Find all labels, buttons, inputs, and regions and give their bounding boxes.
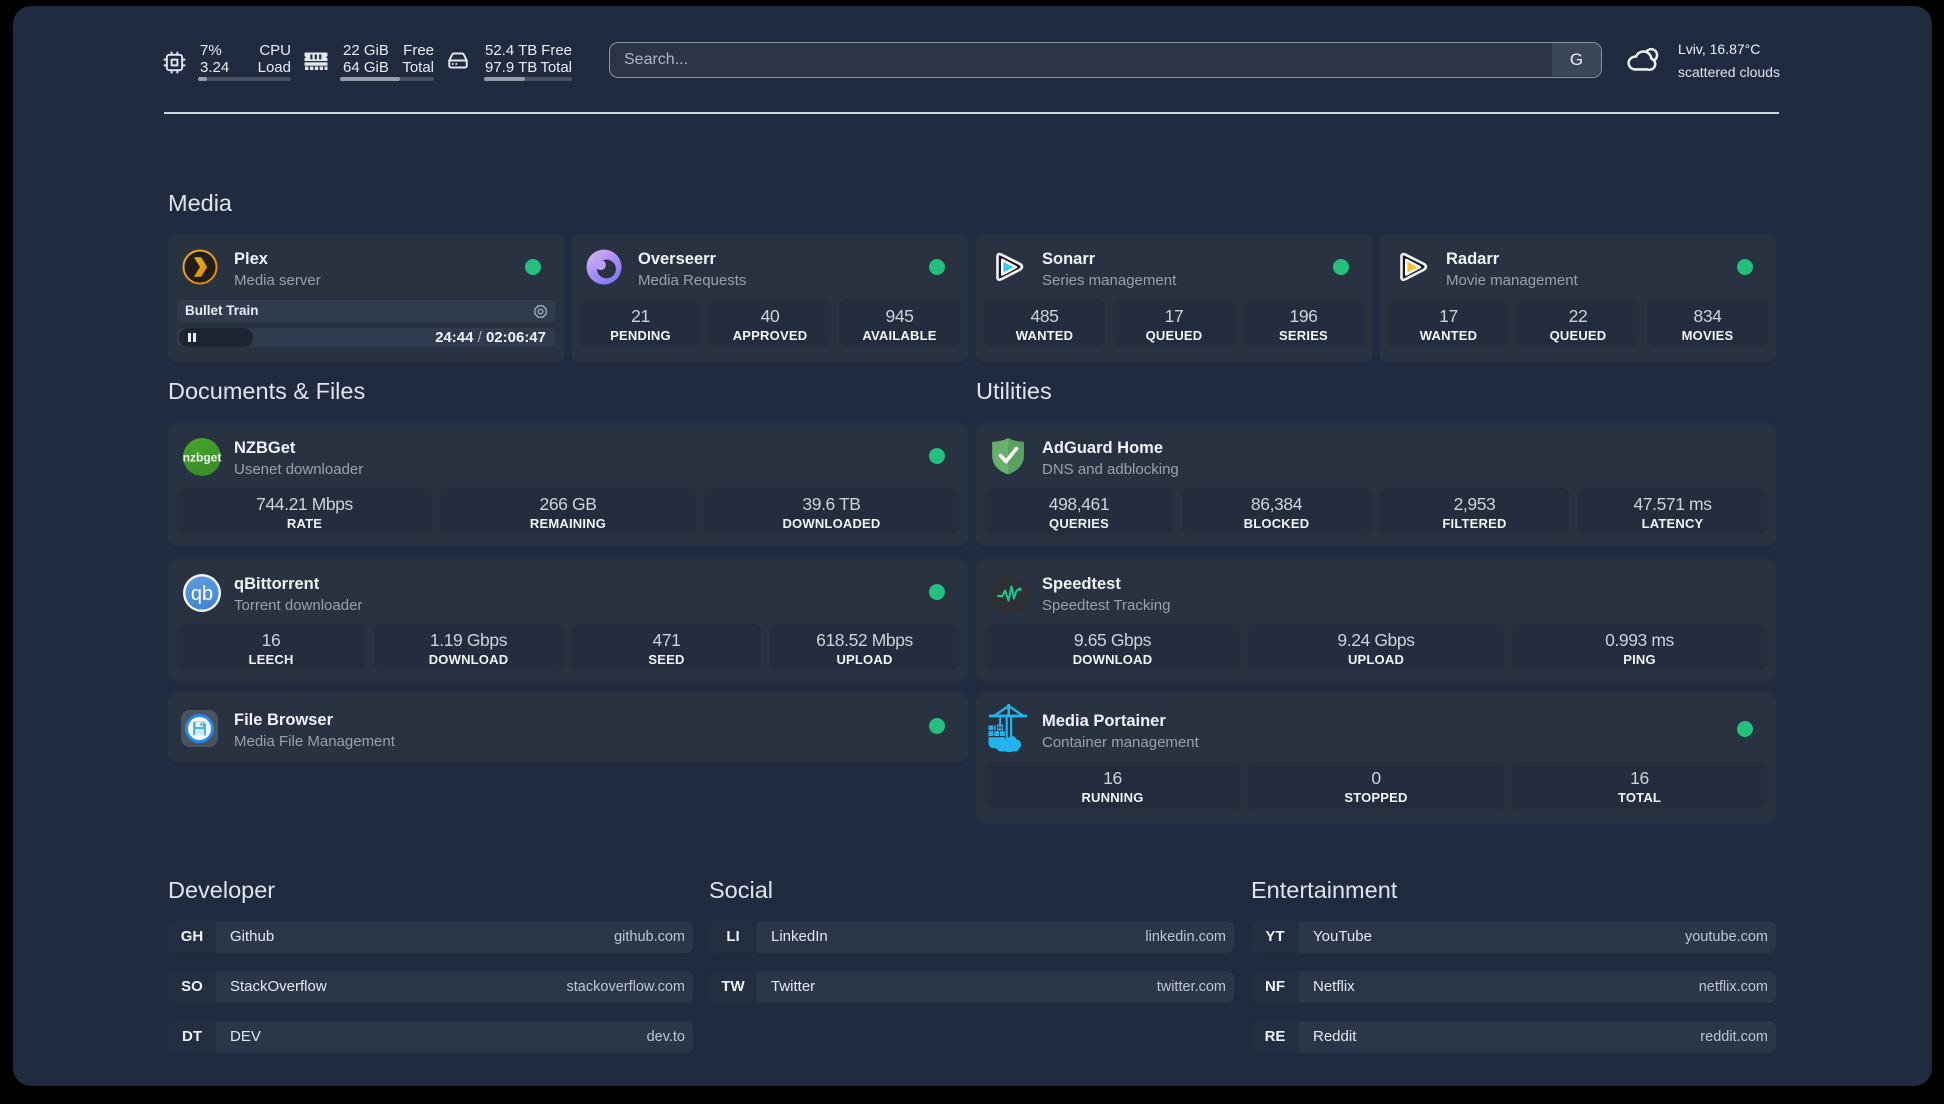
svg-text:nzbget: nzbget: [183, 451, 222, 465]
svg-text:qb: qb: [191, 583, 213, 605]
